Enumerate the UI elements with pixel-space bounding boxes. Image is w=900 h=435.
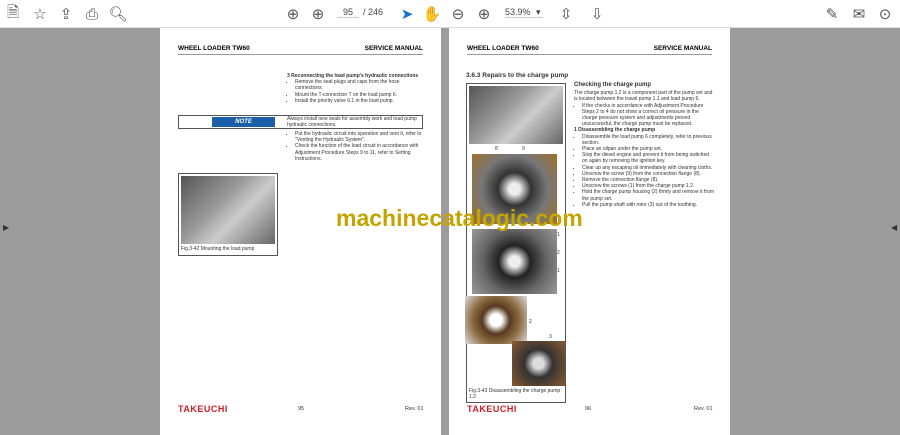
note-text: Always install new seals for assembly wo… [287,116,417,129]
rotor-photo [465,296,527,344]
section-title: 3.6.3 Repairs to the charge pump [466,72,569,79]
takeuchi-logo: TAKEUCHI [467,404,517,414]
header-left: WHEEL LOADER TW60 [467,45,539,52]
bullet: Clear up any escaping oil immediately wi… [582,165,714,171]
pump-photo-1 [469,86,563,144]
revision: Rev. 01 [405,406,424,412]
page-number: 96 [585,406,592,412]
label-2b: 2 [529,319,532,325]
save-icon[interactable]: 🗎 [3,4,23,24]
zoom-dropdown-icon[interactable]: ▾ [536,7,541,18]
scroll-mode-icon[interactable]: ⇩ [587,4,607,24]
bullet: Check the function of the load circuit i… [295,143,427,162]
sign-icon[interactable]: ✎ [822,4,842,24]
header-left: WHEEL LOADER TW60 [178,45,250,52]
previous-page-icon[interactable]: ⊕ [283,4,303,24]
step-block: 3 Reconnecting the load pump's hydraulic… [287,73,427,104]
note-label: NOTE [212,117,275,127]
page-number: 95 [298,406,305,412]
mail-icon[interactable]: ✉ [849,4,869,24]
zoom-in-icon[interactable]: ⊕ [474,4,494,24]
page-number-input[interactable]: 95 [337,7,359,18]
bookmark-star-icon[interactable]: ☆ [30,4,50,24]
fit-page-icon[interactable]: ⇳ [556,4,576,24]
bullet: Remove the seal plugs and caps from the … [295,79,427,91]
note-box: NOTE Always install new seals for assemb… [178,115,423,129]
label-8: 8 [495,146,498,152]
select-cursor-icon[interactable]: ➤ [397,4,417,24]
bullet: Pull the pump shaft with rotor (3) out o… [582,202,714,208]
bullet: If the checks in accordance with Adjustm… [582,103,714,128]
figure-3-42: Fig.3-42 Mounting the load pump [178,173,278,256]
figure-3-43: 8 9 1 2 1 2 3 Fig.3-43 Disassembling the… [465,83,566,403]
bullet: Install the priority valve 6.1 in the lo… [295,98,427,104]
intro: The charge pump 1.2 is a component part … [574,90,713,103]
print-icon[interactable]: ⎙ [82,4,102,24]
collapse-right-icon[interactable]: ◀ [891,223,897,232]
load-pump-photo [181,176,275,244]
next-page-icon[interactable]: ⊕ [308,4,328,24]
label-3: 3 [549,334,552,340]
label-2: 2 [557,250,560,256]
bullet: Disassemble the load pump 6 completely, … [582,134,714,146]
label-1: 1 [557,232,560,238]
hand-tool-icon[interactable]: ✋ [422,4,442,24]
pump-photo-3 [472,229,557,294]
zoom-out-icon[interactable]: ⊖ [448,4,468,24]
upload-cloud-icon[interactable]: ⇪ [56,4,76,24]
housing-photo [512,341,565,386]
step-block-2: Put the hydraulic circuit into operation… [287,131,427,162]
fig-caption: Fig.3-43 Disassembling the charge pump 1… [469,388,561,401]
text-block: Checking the charge pump The charge pump… [574,82,714,208]
header-right: SERVICE MANUAL [653,45,712,52]
bullet: Put the hydraulic circuit into operation… [295,131,427,143]
page-header: WHEEL LOADER TW60 SERVICE MANUAL [178,45,423,55]
page-header: WHEEL LOADER TW60 SERVICE MANUAL [467,45,712,55]
revision: Rev. 01 [694,406,713,412]
search-icon[interactable]: 🔍︎ [108,4,128,24]
fig-caption: Fig.3-42 Mounting the load pump [181,246,255,252]
takeuchi-logo: TAKEUCHI [178,404,228,414]
subtitle: Checking the charge pump [574,82,652,88]
bullet: Hold the charge pump housing (2) firmly … [582,189,714,201]
label-1b: 1 [557,268,560,274]
toolbar: 🗎 ☆ ⇪ ⎙ 🔍︎ ⊕ ⊕ 95 / 246 ➤ ✋ ⊖ ⊕ 53.9% ▾ … [0,0,900,28]
collapse-left-icon[interactable]: ▶ [3,223,9,232]
bullet: Stop the diesel engine and prevent it fr… [582,152,714,164]
watermark: machinecatalogic.com [336,205,583,231]
header-right: SERVICE MANUAL [364,45,423,52]
page-total: / 246 [363,7,384,17]
label-9: 9 [522,146,525,152]
account-icon[interactable]: ⊙ [875,4,895,24]
